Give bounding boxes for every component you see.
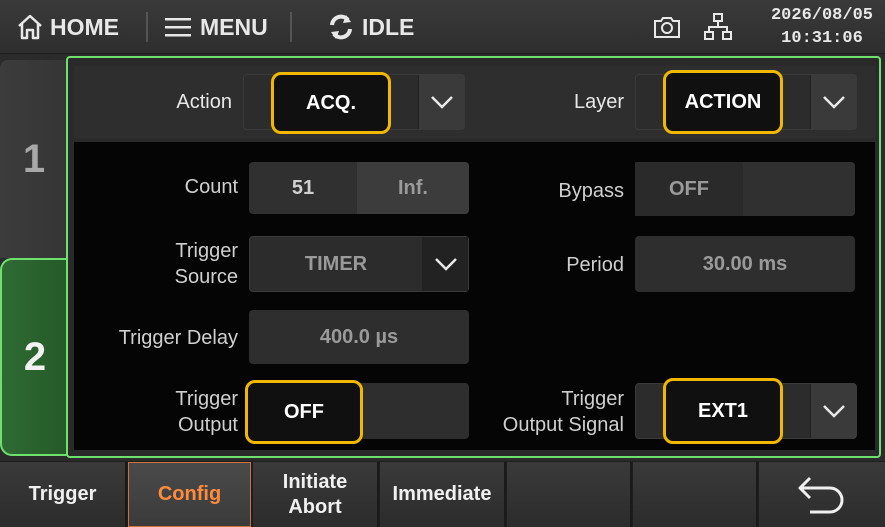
- run-status: IDLE: [326, 0, 414, 54]
- top-status-bar: HOME MENU IDLE 2026/08/05 10:31:06: [0, 0, 885, 54]
- trigger-source-value[interactable]: TIMER: [250, 237, 422, 291]
- count-label: Count: [184, 176, 238, 198]
- count-inf-button[interactable]: Inf.: [357, 162, 469, 214]
- softkey-initiate-label: Initiate: [282, 470, 348, 493]
- period-field[interactable]: 30.00 ms: [635, 236, 855, 292]
- trigger-output-value[interactable]: OFF: [245, 380, 363, 444]
- back-arrow-icon: [798, 476, 844, 513]
- bypass-toggle[interactable]: OFF: [635, 162, 855, 216]
- bypass-label: Bypass: [558, 180, 624, 202]
- action-dropdown-arrow[interactable]: [418, 75, 464, 129]
- trigger-output-signal-label: Trigger Output Signal: [470, 386, 624, 438]
- trigger-output-signal-value[interactable]: EXT1: [663, 378, 783, 444]
- side-tab-1[interactable]: 1: [0, 60, 68, 258]
- trigger-delay-label: Trigger Delay: [118, 327, 238, 349]
- home-icon: [18, 14, 42, 40]
- trigger-source-label-line1: Trigger: [175, 240, 238, 262]
- softkey-empty-6[interactable]: [633, 462, 758, 527]
- action-label: Action: [176, 91, 232, 113]
- trigger-source-label-line2: Source: [174, 266, 238, 288]
- softkey-empty-5[interactable]: [507, 462, 632, 527]
- softkey-config[interactable]: Config: [128, 462, 251, 527]
- menu-icon: [165, 18, 191, 37]
- date-text: 2026/08/05: [770, 6, 873, 25]
- home-label: HOME: [50, 13, 119, 40]
- side-tab-2-label: 2: [23, 334, 47, 379]
- trigger-output-label-line2: Output: [177, 414, 238, 436]
- chevron-down-icon: [822, 405, 845, 418]
- datetime: 2026/08/05 10:31:06: [771, 4, 873, 50]
- chevron-down-icon: [822, 96, 845, 109]
- bypass-value[interactable]: OFF: [635, 162, 743, 216]
- trigger-source-label: Trigger Source: [130, 238, 238, 290]
- divider: [146, 12, 148, 42]
- network-icon[interactable]: [703, 12, 733, 42]
- menu-button[interactable]: MENU: [164, 0, 268, 54]
- chevron-down-icon: [430, 96, 453, 109]
- trigger-source-dropdown[interactable]: TIMER: [249, 236, 469, 292]
- trigger-output-signal-label-line1: Trigger: [561, 388, 624, 410]
- side-tab-1-label: 1: [22, 136, 46, 181]
- side-tab-2[interactable]: 2: [0, 258, 68, 456]
- home-button[interactable]: HOME: [16, 0, 119, 54]
- menu-label: MENU: [200, 13, 268, 40]
- layer-value[interactable]: ACTION: [663, 70, 783, 134]
- count-field[interactable]: 51 Inf.: [249, 162, 469, 214]
- softkey-abort-label: Abort: [288, 495, 342, 518]
- softkey-initiate-abort[interactable]: Initiate Abort: [253, 462, 379, 527]
- softkey-back[interactable]: [759, 462, 885, 527]
- divider: [290, 12, 292, 42]
- time-text: 10:31:06: [781, 29, 863, 48]
- status-label: IDLE: [362, 13, 415, 40]
- refresh-icon: [330, 14, 352, 40]
- period-label: Period: [566, 254, 624, 276]
- count-value[interactable]: 51: [249, 162, 357, 214]
- trigger-output-signal-arrow[interactable]: [810, 384, 856, 438]
- trigger-output-signal-label-line2: Output Signal: [502, 414, 624, 436]
- trigger-source-arrow[interactable]: [422, 237, 468, 291]
- trigger-output-label: Trigger Output: [130, 386, 238, 438]
- camera-icon[interactable]: [652, 12, 682, 42]
- trigger-delay-field[interactable]: 400.0 µs: [249, 310, 469, 364]
- bypass-on-segment[interactable]: [743, 162, 855, 216]
- trigger-output-label-line1: Trigger: [175, 388, 238, 410]
- chevron-down-icon: [434, 258, 457, 271]
- action-value[interactable]: ACQ.: [271, 72, 391, 134]
- softkey-trigger[interactable]: Trigger: [0, 462, 127, 527]
- layer-label: Layer: [573, 91, 624, 113]
- layer-dropdown-arrow[interactable]: [810, 75, 856, 129]
- softkey-immediate[interactable]: Immediate: [380, 462, 506, 527]
